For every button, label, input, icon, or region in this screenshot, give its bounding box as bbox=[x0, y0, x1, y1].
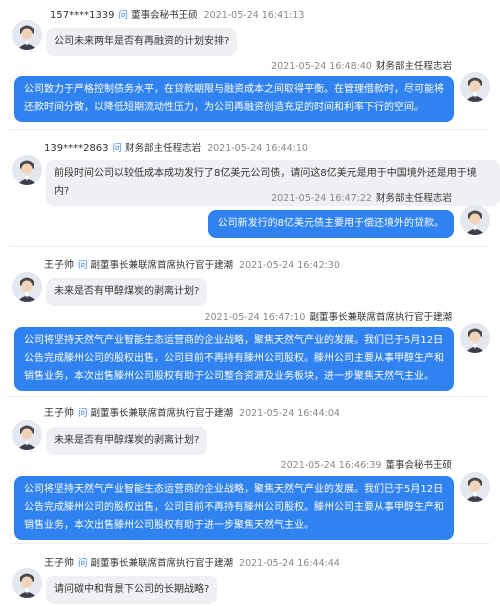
answerer-role: 财务部主任程志岩 bbox=[375, 61, 452, 72]
question-time: 2021-05-24 16:44:10 bbox=[207, 143, 308, 154]
asker-name[interactable]: 王子帅 bbox=[44, 260, 74, 271]
question-meta: 王子帅问副董事长兼联席首席执行官于建潮 2021-05-24 16:44:04 bbox=[44, 407, 340, 421]
answer-time: 2021-05-24 16:47:22 bbox=[271, 193, 372, 204]
question-bubble: 未来是否有甲醇煤炭的剥离计划? bbox=[46, 427, 208, 455]
divider bbox=[10, 396, 490, 397]
question-meta: 王子帅问副董事长兼联席首席执行官于建潮 2021-05-24 16:44:44 bbox=[44, 557, 340, 571]
addressee-role: 董事会秘书王硕 bbox=[131, 10, 198, 21]
divider bbox=[10, 543, 490, 544]
question-time: 2021-05-24 16:44:44 bbox=[239, 558, 340, 569]
user-avatar-icon bbox=[460, 205, 490, 235]
divider bbox=[10, 246, 490, 247]
user-avatar-icon bbox=[460, 72, 490, 102]
asker-avatar[interactable] bbox=[12, 420, 42, 450]
asker-name[interactable]: 王子帅 bbox=[44, 408, 74, 419]
user-avatar-icon bbox=[460, 472, 490, 502]
ask-tag: 问 bbox=[78, 558, 88, 569]
question-bubble: 请问碳中和背景下公司的长期战略? bbox=[46, 576, 218, 604]
user-avatar-icon bbox=[12, 272, 42, 302]
answerer-role: 副董事长兼联席首席执行官于建潮 bbox=[309, 312, 452, 323]
answer-bubble: 公司致力于严格控制债务水平，在贷款期限与融资成本之间取得平衡。在管理借款时，尽可… bbox=[14, 76, 454, 122]
answer-meta: 2021-05-24 16:48:40 财务部主任程志岩 bbox=[271, 60, 452, 74]
user-avatar-icon bbox=[12, 20, 42, 50]
answer-time: 2021-05-24 16:48:40 bbox=[271, 61, 372, 72]
question-bubble: 公司未来两年是否有再融资的计划安排? bbox=[46, 28, 238, 56]
answerer-avatar[interactable] bbox=[460, 323, 490, 353]
asker-avatar[interactable] bbox=[12, 155, 42, 185]
answerer-role: 财务部主任程志岩 bbox=[375, 193, 452, 204]
answerer-avatar[interactable] bbox=[460, 472, 490, 502]
ask-tag: 问 bbox=[78, 260, 88, 271]
question-time: 2021-05-24 16:44:04 bbox=[239, 408, 340, 419]
answerer-role: 董事会秘书王硕 bbox=[385, 460, 452, 471]
answer-meta: 2021-05-24 16:46:39 董事会秘书王硕 bbox=[281, 459, 452, 473]
answer-bubble: 公司将坚持天然气产业智能生态运营商的企业战略，聚焦天然气产业的发展。我们已于5月… bbox=[14, 476, 454, 540]
asker-name[interactable]: 157****1339 bbox=[50, 10, 115, 21]
ask-tag: 问 bbox=[118, 10, 129, 21]
user-avatar-icon bbox=[12, 568, 42, 598]
answerer-avatar[interactable] bbox=[460, 72, 490, 102]
question-meta: 王子帅问副董事长兼联席首席执行官于建潮 2021-05-24 16:42:30 bbox=[44, 259, 340, 273]
answer-bubble: 公司将坚持天然气产业智能生态运营商的企业战略，聚焦天然气产业的发展。我们已于5月… bbox=[14, 327, 454, 391]
asker-name[interactable]: 139****2863 bbox=[44, 143, 109, 154]
answer-bubble: 公司新发行的8亿美元债主要用于偿还境外的贷款。 bbox=[207, 210, 454, 238]
addressee-role: 副董事长兼联席首席执行官于建潮 bbox=[90, 558, 234, 569]
answer-meta: 2021-05-24 16:47:10 副董事长兼联席首席执行官于建潮 bbox=[205, 311, 452, 325]
ask-tag: 问 bbox=[78, 408, 88, 419]
asker-name[interactable]: 王子帅 bbox=[44, 558, 74, 569]
user-avatar-icon bbox=[12, 155, 42, 185]
question-meta: 157****1339 问董事会秘书王硕 2021-05-24 16:41:13 bbox=[50, 9, 304, 23]
asker-avatar[interactable] bbox=[12, 272, 42, 302]
user-avatar-icon bbox=[12, 420, 42, 450]
answer-time: 2021-05-24 16:47:10 bbox=[204, 312, 306, 323]
ask-tag: 问 bbox=[112, 143, 123, 154]
addressee-role: 副董事长兼联席首席执行官于建潮 bbox=[90, 408, 234, 419]
asker-avatar[interactable] bbox=[12, 20, 42, 50]
answerer-avatar[interactable] bbox=[460, 205, 490, 235]
addressee-role: 副董事长兼联席首席执行官于建潮 bbox=[90, 260, 234, 271]
divider bbox=[10, 129, 490, 130]
question-time: 2021-05-24 16:42:30 bbox=[239, 260, 340, 271]
user-avatar-icon bbox=[460, 323, 490, 353]
qa-feed: 157****1339 问董事会秘书王硕 2021-05-24 16:41:13 公… bbox=[0, 0, 500, 606]
question-time: 2021-05-24 16:41:13 bbox=[203, 10, 305, 21]
asker-avatar[interactable] bbox=[12, 568, 42, 598]
answer-time: 2021-05-24 16:46:39 bbox=[280, 460, 382, 471]
question-meta: 139****2863 问财务部主任程志岩 2021-05-24 16:44:10 bbox=[44, 142, 308, 156]
question-bubble: 未来是否有甲醇煤炭的剥离计划? bbox=[46, 278, 208, 306]
addressee-role: 财务部主任程志岩 bbox=[125, 143, 202, 154]
answer-meta: 2021-05-24 16:47:22 财务部主任程志岩 bbox=[271, 192, 452, 206]
